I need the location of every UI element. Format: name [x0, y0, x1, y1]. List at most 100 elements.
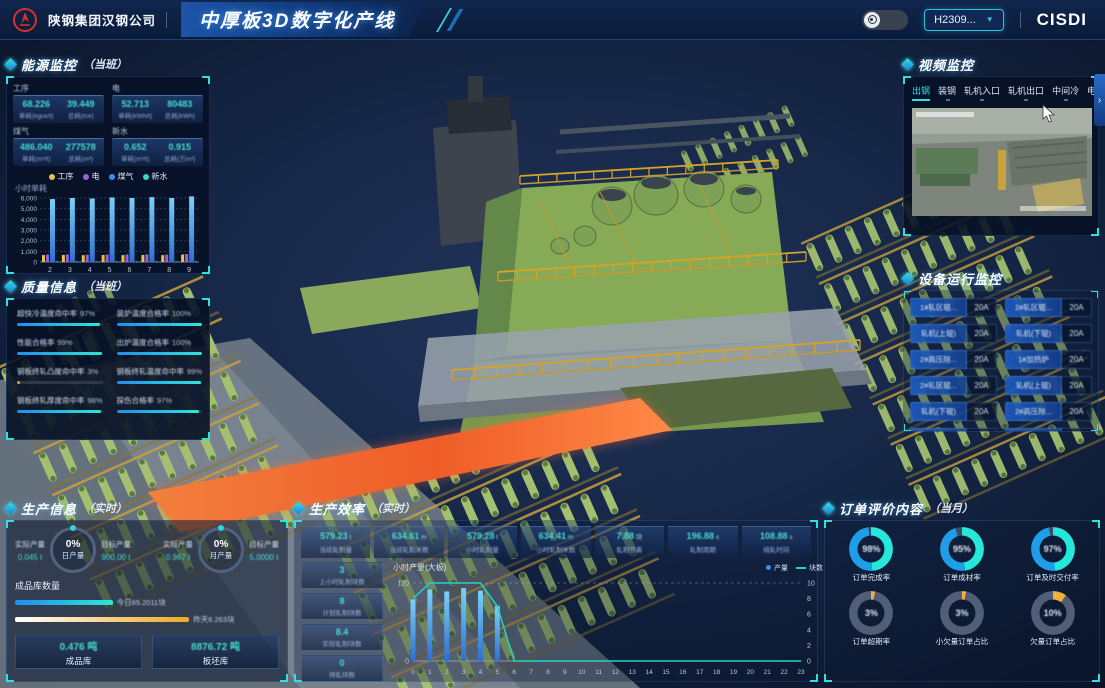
- equipment-label: 2#高压除...: [1005, 402, 1062, 421]
- top-header: 陕钢集团汉钢公司 中厚板3D数字化产线 H2309... ▼ CISDI: [0, 0, 1105, 40]
- equipment-cell[interactable]: 轧机(下辊)20A: [1005, 324, 1092, 343]
- quality-progress-fill: [117, 410, 200, 413]
- company-name: 陕钢集团汉钢公司: [48, 10, 156, 29]
- inventory-bar-row: 昨天6.263块: [13, 611, 281, 628]
- corner-bracket: [202, 432, 210, 440]
- camera-feed-thumbnail[interactable]: [912, 108, 1092, 216]
- svg-text:0: 0: [33, 260, 37, 267]
- quality-item-percent: 97%: [80, 309, 95, 318]
- equipment-cell[interactable]: 轧机(立辊)20A: [910, 428, 997, 432]
- quality-item-percent: 98%: [88, 396, 103, 405]
- equipment-value: 20A: [967, 324, 997, 343]
- quality-progress-fill: [117, 381, 202, 384]
- svg-text:8: 8: [167, 267, 171, 274]
- diamond-icon: [4, 58, 17, 71]
- energy-card-value: 0.915: [158, 142, 203, 152]
- corner-bracket: [6, 266, 14, 274]
- equipment-label: 轧机(下辊): [910, 402, 967, 421]
- corner-bracket: [280, 520, 288, 528]
- efficiency-metric-card: 196.88 s轧制周期: [668, 526, 737, 558]
- quality-progress-track: [117, 410, 203, 413]
- svg-text:10: 10: [578, 669, 586, 676]
- corner-bracket: [903, 290, 911, 298]
- equipment-cell[interactable]: 轧机(下辊)20A: [910, 402, 997, 421]
- metric-value: 579.28 t: [449, 531, 516, 541]
- inventory-bar: [15, 600, 113, 605]
- production-panel-suffix: （实时）: [83, 500, 127, 516]
- equipment-cell[interactable]: 2#轧区辊...20A: [910, 376, 997, 395]
- equipment-value: 20A: [967, 298, 997, 317]
- energy-card: 电52.713单耗(kWh/t)80483总耗(kWh): [112, 82, 203, 123]
- equipment-value: 20A: [967, 402, 997, 421]
- hourly-output-chart-wrap: 小时产量(大板) 产量块数 01200246810012345678910111…: [389, 562, 827, 684]
- quality-item-percent: 100%: [172, 338, 191, 347]
- energy-chart-title: 小时单耗: [15, 183, 203, 194]
- quality-item-name: 装炉温度合格率: [117, 308, 170, 319]
- order-donut: 3%订单超期率: [849, 591, 893, 647]
- inventory-card: 8876.72 吨板坯库: [152, 635, 279, 669]
- energy-card-name: 煤气: [13, 126, 104, 137]
- energy-card-name: 工序: [13, 83, 104, 94]
- equipment-cell[interactable]: 2#高压除...20A: [910, 350, 997, 369]
- device-selector-dropdown[interactable]: H2309... ▼: [924, 9, 1004, 31]
- title-slash-decoration: [436, 8, 460, 32]
- camera-tab-5[interactable]: 中间冷: [1052, 84, 1079, 101]
- quality-item-percent: 3%: [88, 367, 99, 376]
- metric-value: 634.61 m: [375, 531, 442, 541]
- equipment-cell[interactable]: 轧机(上辊)20A: [1005, 376, 1092, 395]
- corner-bracket: [903, 76, 911, 84]
- quality-progress-fill: [17, 352, 102, 355]
- eye-icon: [868, 15, 877, 24]
- header-divider: [166, 12, 167, 28]
- energy-card-unit: 总耗(m³): [59, 153, 104, 163]
- chevron-right-icon: ›: [1098, 95, 1101, 106]
- equipment-cell[interactable]: 1#加热炉20A: [1005, 350, 1092, 369]
- production-gauge-group: 实际产量0.967 t0%月产量目标产量5.0000 t: [163, 527, 279, 573]
- camera-tab-4[interactable]: 轧机出口: [1008, 84, 1044, 101]
- metric-unit: 块: [634, 534, 642, 541]
- panel-header: 能源监控 （当班）: [6, 54, 210, 74]
- energy-card-unit: 单耗(kWh/t): [113, 110, 158, 120]
- panel-header: 视频监控: [903, 54, 1099, 74]
- legend-dot: [766, 565, 771, 570]
- energy-card-unit: 单耗(m³/t): [14, 153, 59, 163]
- camera-feed-image: [912, 108, 1092, 216]
- quality-item-name: 钢板终轧厚度命中率: [17, 395, 85, 406]
- equipment-cell[interactable]: 轧机(上辊)20A: [910, 324, 997, 343]
- camera-tab-1[interactable]: 出钢: [912, 84, 930, 101]
- actual-output-value: 0.967 t: [163, 553, 193, 562]
- quality-progress-track: [117, 381, 203, 384]
- visibility-toggle[interactable]: [862, 10, 908, 30]
- metric-unit: s: [787, 534, 792, 541]
- camera-tab-2[interactable]: 装钢: [938, 84, 956, 101]
- panel-collapse-handle[interactable]: ›: [1094, 74, 1105, 126]
- gauge-center-label: 日产量: [62, 550, 85, 561]
- svg-text:7: 7: [147, 267, 151, 274]
- equipment-cell[interactable]: 2#轧区辊...20A: [1005, 298, 1092, 317]
- side-card-value: 0: [302, 658, 382, 668]
- quality-progress-fill: [117, 352, 203, 355]
- equipment-label: 轧机(上辊): [1005, 376, 1062, 395]
- equipment-cell[interactable]: 1#加热炉20A: [1005, 428, 1092, 432]
- corner-bracket: [810, 674, 818, 682]
- efficiency-panel-suffix: （实时）: [371, 500, 415, 516]
- svg-text:23: 23: [797, 669, 805, 676]
- target-output-value: 5.0000 t: [249, 553, 279, 562]
- production-panel-title: 生产信息: [21, 499, 77, 518]
- camera-tab-3[interactable]: 轧机入口: [964, 84, 1000, 101]
- equipment-cell[interactable]: 2#高压除...20A: [1005, 402, 1092, 421]
- metric-label: 当班轧制米数: [375, 544, 442, 554]
- legend-label: 新水: [152, 171, 168, 182]
- chevron-down-icon: ▼: [986, 15, 994, 24]
- equipment-cell[interactable]: 1#轧区辊...20A: [910, 298, 997, 317]
- panel-header: 生产信息 （实时）: [6, 498, 288, 518]
- quality-progress-track: [17, 381, 103, 384]
- page-title: 中厚板3D数字化产线: [199, 11, 395, 32]
- hour-legend-item: 块数: [796, 563, 823, 573]
- side-card-label: 上小时轧制块数: [302, 576, 382, 586]
- metric-value: 579.23 t: [302, 531, 369, 541]
- quality-item: 超快冷温度命中率97%: [17, 308, 103, 326]
- svg-text:12: 12: [612, 669, 620, 676]
- energy-card-unit: 单耗(kgce/t): [14, 110, 59, 120]
- quality-item: 出炉温度合格率100%: [117, 337, 203, 355]
